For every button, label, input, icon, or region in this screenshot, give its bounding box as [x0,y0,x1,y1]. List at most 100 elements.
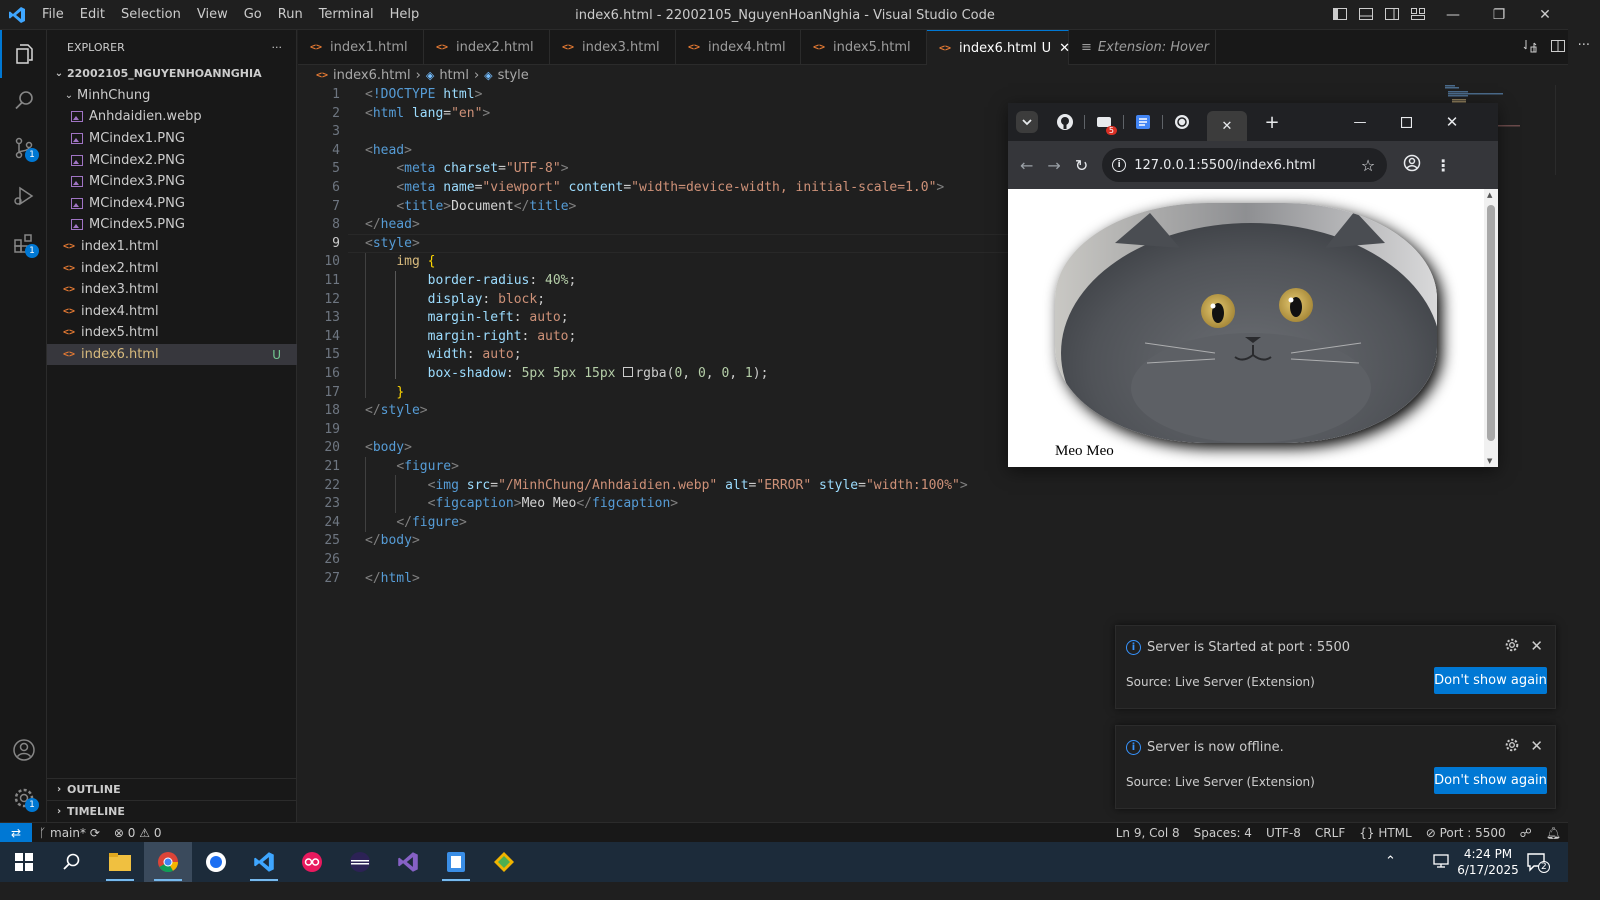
line-ending[interactable]: CRLF [1308,826,1352,840]
tree-file[interactable]: MCindex3.PNG [47,171,297,193]
more-actions-icon[interactable]: ··· [1578,38,1590,58]
docs-tab-icon[interactable] [1132,111,1154,133]
gear-icon[interactable] [1505,738,1519,756]
tree-file[interactable]: <> index5.html [47,322,297,344]
visual-studio-icon[interactable] [384,842,432,882]
remote-icon[interactable]: ⇄ [0,822,32,843]
gear-icon[interactable] [1505,638,1519,656]
app-icon[interactable] [432,842,480,882]
browser-scrollbar[interactable]: ▲ ▼ [1484,189,1498,467]
reload-icon[interactable]: ↻ [1075,156,1088,175]
toggle-panel-icon[interactable] [1358,6,1374,22]
breadcrumb-file[interactable]: index6.html [333,68,411,83]
git-tool-icon[interactable] [480,842,528,882]
forward-icon[interactable]: → [1047,156,1060,175]
split-editor-icon[interactable] [1550,38,1566,58]
search-icon[interactable] [0,76,47,124]
chrome-icon[interactable] [144,842,192,882]
restore-button[interactable]: ❐ [1476,0,1522,30]
file-explorer-icon[interactable] [96,842,144,882]
more-actions-icon[interactable]: ··· [272,41,283,54]
explorer-icon[interactable] [0,30,47,78]
close-window-button[interactable]: ✕ [1522,0,1568,30]
customize-layout-icon[interactable] [1410,6,1426,22]
notification-center-icon[interactable]: 2 [1526,852,1550,876]
active-browser-tab[interactable]: ✕ [1207,111,1247,141]
breadcrumb-html[interactable]: html [439,68,469,83]
address-bar[interactable]: i 127.0.0.1:5500/index6.html ☆ [1102,148,1388,182]
start-windows-icon[interactable] [0,842,48,882]
close-icon[interactable]: ✕ [1530,737,1543,755]
editor-scrollbar[interactable] [1555,85,1568,175]
cursor-position[interactable]: Ln 9, Col 8 [1109,826,1187,840]
close-icon[interactable]: ✕ [1530,637,1543,655]
tree-file[interactable]: <> index4.html [47,301,297,323]
branch-indicator[interactable]: ᚴ main* ⟳ [32,826,107,840]
menu-edit[interactable]: Edit [72,0,113,30]
scroll-thumb[interactable] [1487,205,1495,441]
timeline-section[interactable]: › TIMELINE [47,800,297,822]
tree-file-selected[interactable]: <> index6.html U [47,343,297,366]
source-control-icon[interactable]: 1 [0,124,47,172]
site-info-icon[interactable]: i [1112,158,1127,172]
tree-file[interactable]: MCindex5.PNG [47,214,297,236]
search-icon[interactable] [48,842,96,882]
new-tab-icon[interactable]: + [1261,111,1283,133]
profile-icon[interactable] [1403,154,1421,176]
tree-file[interactable]: <> index2.html [47,257,297,279]
app-icon[interactable] [192,842,240,882]
menu-selection[interactable]: Selection [113,0,189,30]
problems-indicator[interactable]: ⊗ 0 ⚠ 0 [107,826,169,840]
tab-index6[interactable]: <> index6.html U ✕ [927,30,1070,65]
tree-file[interactable]: <> index3.html [47,279,297,301]
breadcrumb-style[interactable]: style [498,68,529,83]
dont-show-again-button[interactable]: Don't show again [1434,767,1547,794]
tree-file[interactable]: MCindex4.PNG [47,193,297,215]
github-icon[interactable] [1054,111,1076,133]
dont-show-again-button[interactable]: Don't show again [1434,667,1547,694]
openai-tab-icon[interactable] [1171,111,1193,133]
browser-maximize-icon[interactable] [1395,111,1417,133]
notifications-bell-icon[interactable]: 🔔︎ [1539,826,1568,840]
tab-index2[interactable]: <> index2.html [424,30,550,65]
chevron-up-icon[interactable]: ⌃ [1385,854,1396,869]
menu-help[interactable]: Help [382,0,428,30]
browser-menu-icon[interactable]: ⋮ [1435,156,1451,175]
menu-file[interactable]: File [34,0,72,30]
sync-icon[interactable]: ⟳ [90,826,100,840]
close-tab-icon[interactable]: ✕ [1222,119,1233,134]
browser-close-icon[interactable]: ✕ [1441,111,1463,133]
minimize-button[interactable]: — [1430,0,1476,30]
scroll-down-icon[interactable]: ▼ [1487,457,1492,465]
tab-index5[interactable]: <> index5.html [801,30,927,65]
system-clock[interactable]: 4:24 PM 6/17/2025 [1448,846,1528,878]
run-debug-icon[interactable] [0,172,47,220]
tree-file[interactable]: Anhdaidien.webp [47,106,297,128]
feedback-icon[interactable]: ☍ [1513,826,1539,840]
mail-tab-icon[interactable]: 5 [1093,111,1117,135]
tab-index3[interactable]: <> index3.html [550,30,676,65]
app-icon[interactable] [288,842,336,882]
toggle-sidebar-icon[interactable] [1332,6,1348,22]
manage-gear-icon[interactable]: 1 [0,774,47,822]
vscode-taskbar-icon[interactable] [240,842,288,882]
tree-root-folder[interactable]: ⌄ 22002105_NGUYENHOANNGHIA [47,63,297,85]
scroll-up-icon[interactable]: ▲ [1487,191,1492,199]
accounts-icon[interactable] [0,726,47,774]
tree-file[interactable]: MCindex1.PNG [47,128,297,150]
compare-icon[interactable] [1522,38,1538,58]
bookmark-star-icon[interactable]: ☆ [1361,156,1375,175]
tab-search-icon[interactable] [1016,111,1038,133]
tab-index4[interactable]: <> index4.html [676,30,801,65]
tree-folder-minhchung[interactable]: ⌄ MinhChung [47,85,297,107]
menu-run[interactable]: Run [270,0,311,30]
eclipse-icon[interactable] [336,842,384,882]
tree-file[interactable]: MCindex2.PNG [47,149,297,171]
language-mode[interactable]: {} HTML [1352,826,1419,840]
tree-file[interactable]: <> index1.html [47,236,297,258]
tab-extension-hover[interactable]: ≡ Extension: Hover [1069,30,1216,65]
extensions-icon[interactable]: 1 [0,220,47,268]
menu-go[interactable]: Go [236,0,270,30]
tab-index1[interactable]: <> index1.html [298,30,424,65]
menu-terminal[interactable]: Terminal [311,0,382,30]
